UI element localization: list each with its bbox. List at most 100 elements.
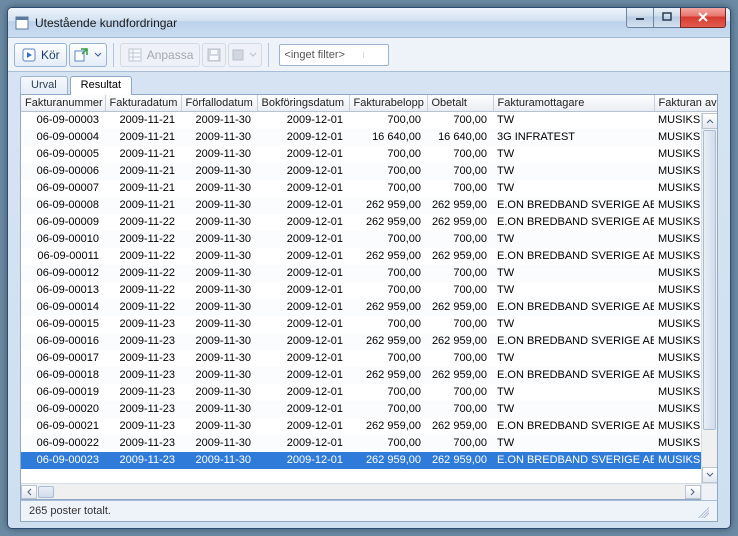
table-row[interactable]: 06-09-000122009-11-222009-11-302009-12-0… [21,265,717,282]
cell: 2009-12-01 [257,452,349,469]
cell: 06-09-00013 [21,282,105,299]
column-header[interactable]: Fakturadatum [105,95,181,112]
cell: 700,00 [427,350,493,367]
cell: 700,00 [349,401,427,418]
table-row[interactable]: 06-09-000052009-11-212009-11-302009-12-0… [21,146,717,163]
cell: TW [493,350,654,367]
column-header[interactable]: Förfallodatum [181,95,257,112]
table-row[interactable]: 06-09-000182009-11-232009-11-302009-12-0… [21,367,717,384]
cell: 262 959,00 [349,248,427,265]
cell: 700,00 [427,231,493,248]
table-row[interactable]: 06-09-000202009-11-232009-11-302009-12-0… [21,401,717,418]
column-header[interactable]: Fakturamottagare [493,95,654,112]
customize-label: Anpassa [147,48,194,62]
tab-urval[interactable]: Urval [20,76,68,94]
maximize-icon [662,12,672,22]
cell: 262 959,00 [427,197,493,214]
tabstrip: Urval Resultat [14,72,724,94]
scroll-up-button[interactable] [702,113,717,129]
cell: TW [493,435,654,452]
table-row[interactable]: 06-09-000132009-11-222009-11-302009-12-0… [21,282,717,299]
cell: 700,00 [349,316,427,333]
table-row[interactable]: 06-09-000212009-11-232009-11-302009-12-0… [21,418,717,435]
titlebar[interactable]: Utestående kundfordringar [8,8,730,38]
tab-resultat[interactable]: Resultat [70,76,132,94]
cell: 262 959,00 [427,248,493,265]
cell: E.ON BREDBAND SVERIGE AB [493,452,654,469]
cell: 262 959,00 [349,452,427,469]
table-row[interactable]: 06-09-000092009-11-222009-11-302009-12-0… [21,214,717,231]
table-row[interactable]: 06-09-000062009-11-212009-11-302009-12-0… [21,163,717,180]
cell: 2009-11-21 [105,112,181,129]
cell: 2009-11-30 [181,333,257,350]
customize-button[interactable]: Anpassa [120,43,201,67]
table-row[interactable]: 06-09-000032009-11-212009-11-302009-12-0… [21,112,717,129]
column-header[interactable]: Bokföringsdatum [257,95,349,112]
cell: 2009-11-30 [181,452,257,469]
save-button[interactable] [202,43,226,67]
scroll-thumb[interactable] [38,486,54,498]
cell: 2009-11-30 [181,231,257,248]
table-row[interactable]: 06-09-000072009-11-212009-11-302009-12-0… [21,180,717,197]
table-row[interactable]: 06-09-000042009-11-212009-11-302009-12-0… [21,129,717,146]
cell: 2009-11-23 [105,316,181,333]
chevron-right-icon [690,488,696,496]
table-row[interactable]: 06-09-000142009-11-222009-11-302009-12-0… [21,299,717,316]
cell: 06-09-00015 [21,316,105,333]
cell: 700,00 [427,265,493,282]
table-row[interactable]: 06-09-000232009-11-232009-11-302009-12-0… [21,452,717,469]
save-dropdown-button[interactable] [228,43,262,67]
cell: 262 959,00 [427,333,493,350]
table-row[interactable]: 06-09-000162009-11-232009-11-302009-12-0… [21,333,717,350]
column-header[interactable]: Fakturanummer [21,95,105,112]
table-row[interactable]: 06-09-000222009-11-232009-11-302009-12-0… [21,435,717,452]
cell: 06-09-00021 [21,418,105,435]
cell: 262 959,00 [427,418,493,435]
scroll-thumb[interactable] [703,130,716,430]
cell: 2009-12-01 [257,418,349,435]
window-title: Utestående kundfordringar [35,16,627,30]
column-header[interactable]: Fakturabelopp [349,95,427,112]
cell: 06-09-00009 [21,214,105,231]
cell: 2009-11-23 [105,333,181,350]
cell: 700,00 [427,146,493,163]
cell: TW [493,231,654,248]
horizontal-scrollbar[interactable] [21,483,717,499]
table-row[interactable]: 06-09-000192009-11-232009-11-302009-12-0… [21,384,717,401]
maximize-button[interactable] [653,8,681,28]
cell: 700,00 [427,401,493,418]
close-button[interactable] [680,8,726,28]
filter-select[interactable]: <inget filter> [279,44,389,66]
cell: 2009-11-30 [181,384,257,401]
table-row[interactable]: 06-09-000152009-11-232009-11-302009-12-0… [21,316,717,333]
resize-grip-icon[interactable] [695,504,709,518]
cell: 2009-12-01 [257,231,349,248]
window-controls [627,8,726,28]
cell: 262 959,00 [427,452,493,469]
column-header[interactable]: Fakturan av [654,95,717,112]
table-row[interactable]: 06-09-000112009-11-222009-11-302009-12-0… [21,248,717,265]
cell: 2009-11-22 [105,299,181,316]
toolbar: Kör Anpassa [8,38,730,72]
cell: E.ON BREDBAND SVERIGE AB [493,299,654,316]
vertical-scrollbar[interactable] [701,113,717,483]
export-button[interactable] [69,43,107,67]
statusbar: 265 poster totalt. [20,500,718,522]
table-row[interactable]: 06-09-000102009-11-222009-11-302009-12-0… [21,231,717,248]
minimize-button[interactable] [626,8,654,28]
cell: 2009-11-22 [105,265,181,282]
scroll-right-button[interactable] [685,485,701,499]
run-button[interactable]: Kör [14,43,67,67]
table-row[interactable]: 06-09-000172009-11-232009-11-302009-12-0… [21,350,717,367]
scroll-left-button[interactable] [21,485,37,499]
table-row[interactable]: 06-09-000082009-11-212009-11-302009-12-0… [21,197,717,214]
cell: 2009-12-01 [257,316,349,333]
cell: 2009-11-22 [105,231,181,248]
scroll-down-button[interactable] [702,467,717,483]
disk-icon [206,47,222,63]
cell: TW [493,163,654,180]
cell: 06-09-00014 [21,299,105,316]
cell: 700,00 [349,350,427,367]
cell: 2009-11-30 [181,401,257,418]
column-header[interactable]: Obetalt [427,95,493,112]
